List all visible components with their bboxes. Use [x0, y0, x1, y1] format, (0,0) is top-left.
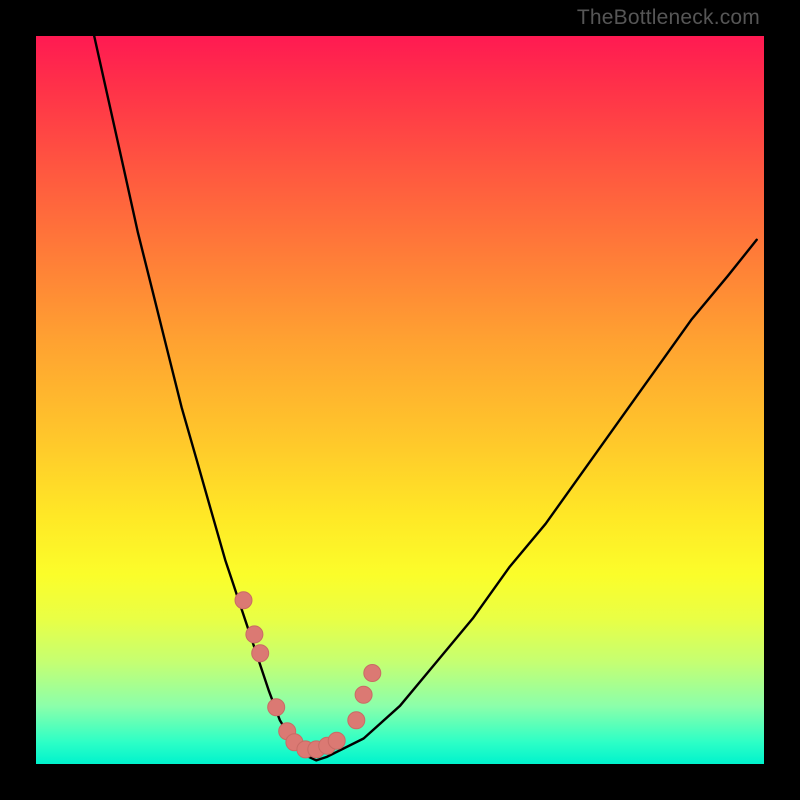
- bottleneck-curve: [94, 36, 757, 760]
- brand-watermark: TheBottleneck.com: [577, 6, 760, 30]
- data-point: [328, 732, 345, 749]
- chart-frame: TheBottleneck.com: [0, 0, 800, 800]
- data-point: [268, 699, 285, 716]
- data-point: [246, 626, 263, 643]
- data-point: [348, 712, 365, 729]
- data-point: [364, 665, 381, 682]
- data-point: [235, 592, 252, 609]
- curve-layer: [36, 36, 764, 764]
- data-point: [252, 645, 269, 662]
- data-point: [355, 686, 372, 703]
